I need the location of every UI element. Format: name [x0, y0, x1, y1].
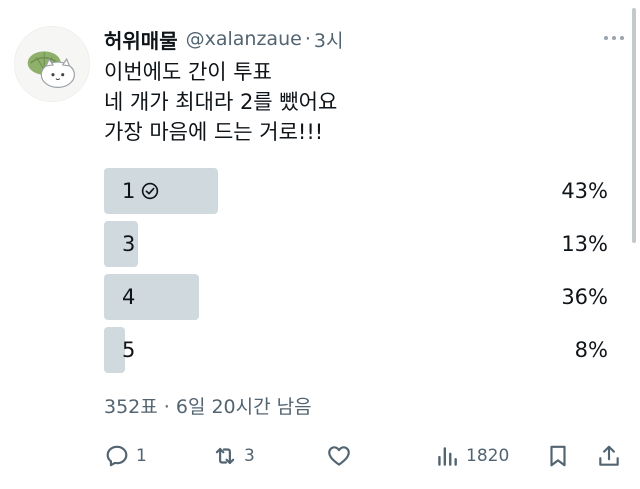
tweet-text-line: 가장 마음에 드는 거로!!!	[104, 120, 324, 144]
poll-option-5[interactable]: 5 8%	[104, 327, 608, 373]
views-button[interactable]: 1820	[434, 440, 509, 472]
check-circle-icon	[142, 182, 159, 200]
retweet-count: 3	[244, 446, 255, 466]
tweet-text-line: 이번에도 간이 투표	[104, 60, 272, 84]
heart-icon	[328, 446, 350, 466]
tweet-header: 허위매물 @xalanzaue · 3시	[104, 24, 343, 54]
avatar[interactable]	[14, 26, 90, 102]
share-button[interactable]	[596, 440, 622, 472]
reply-count: 1	[136, 446, 147, 466]
more-icon[interactable]	[604, 28, 624, 48]
poll-option-label: 3	[122, 232, 136, 256]
bookmark-icon	[550, 445, 566, 467]
tweet-text-line: 네 개가 최대라 2를 뺐어요	[104, 90, 338, 114]
like-button[interactable]	[326, 440, 358, 472]
bookmark-button[interactable]	[545, 440, 571, 472]
views-icon	[438, 447, 457, 466]
poll-meta: 352표 · 6일 20시간 남음	[104, 396, 312, 418]
poll-option-percent: 36%	[561, 285, 608, 309]
poll-option-percent: 8%	[574, 338, 608, 362]
share-icon	[599, 445, 619, 466]
tweet-text: 이번에도 간이 투표 네 개가 최대라 2를 뺐어요 가장 마음에 드는 거로!…	[104, 57, 624, 147]
poll-option-percent: 43%	[561, 179, 608, 203]
views-count: 1820	[466, 446, 510, 466]
poll-option-label: 5	[122, 338, 136, 362]
retweet-icon	[215, 447, 235, 465]
poll-option-percent: 13%	[561, 232, 608, 256]
avatar-image	[15, 27, 89, 101]
author-handle[interactable]: @xalanzaue	[186, 28, 302, 50]
poll-option-4[interactable]: 4 36%	[104, 274, 608, 320]
retweet-button[interactable]: 3	[212, 440, 255, 472]
tweet-time[interactable]: 3시	[314, 26, 344, 53]
poll: 1 43% 3 13% 4 36% 5 8%	[104, 168, 608, 380]
poll-option-label: 4	[122, 285, 136, 309]
author-name[interactable]: 허위매물	[104, 25, 178, 54]
action-bar: 1 3 1820	[104, 440, 624, 472]
reply-button[interactable]: 1	[104, 440, 147, 472]
poll-option-3[interactable]: 3 13%	[104, 221, 608, 267]
poll-bar	[104, 274, 200, 320]
poll-option-label: 1	[122, 179, 159, 203]
poll-option-1[interactable]: 1 43%	[104, 168, 608, 214]
reply-icon	[106, 445, 128, 467]
scrollbar[interactable]	[632, 8, 636, 243]
separator: ·	[304, 28, 311, 50]
